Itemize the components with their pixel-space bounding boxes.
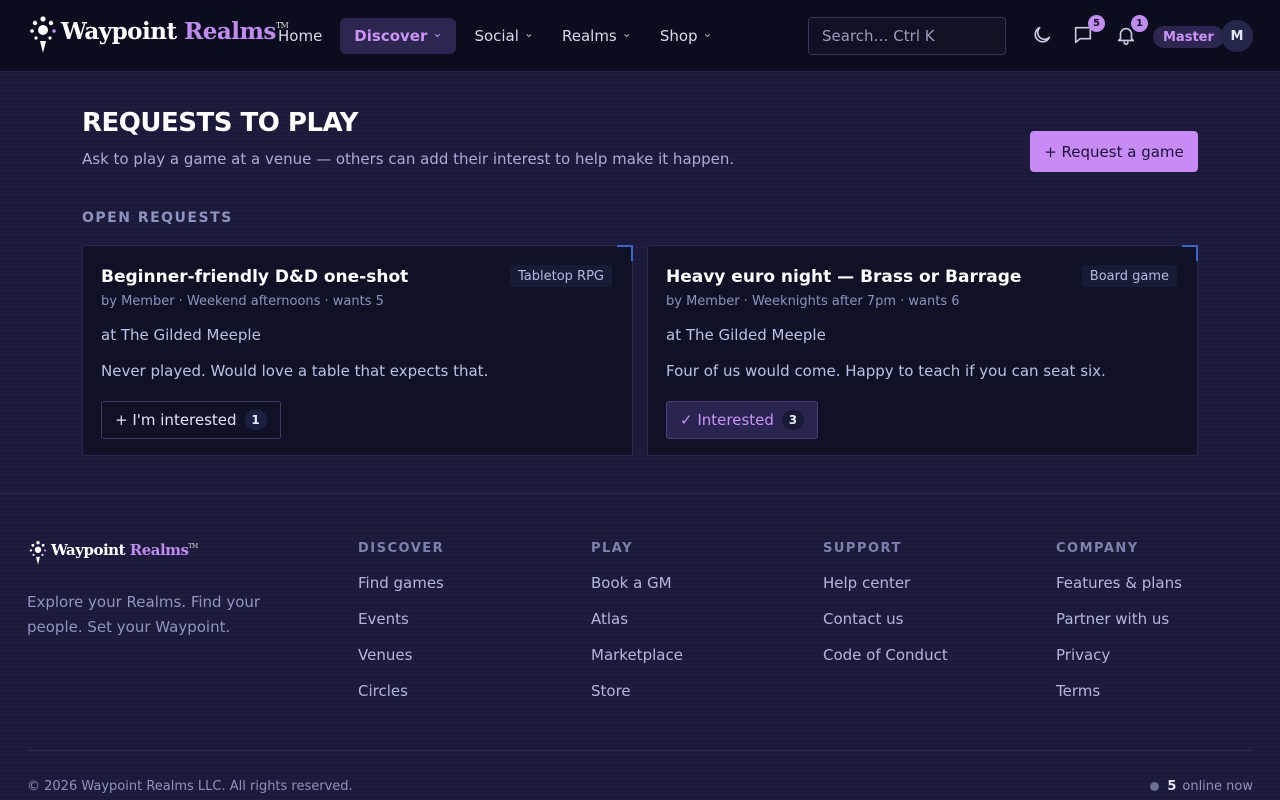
footer-link[interactable]: Privacy [1056, 646, 1182, 682]
footer-column-heading: COMPANY [1056, 541, 1139, 556]
chevron-down-icon: ⌄ [523, 26, 534, 40]
chevron-down-icon: ⌄ [702, 26, 713, 40]
interest-button-label: ✓ Interested [680, 411, 774, 429]
nav-item-label: Home [278, 27, 323, 45]
footer-divider [0, 493, 1280, 494]
footer-link[interactable]: Events [358, 610, 444, 646]
footer-tagline: Explore your Realms. Find your people. S… [27, 593, 261, 636]
online-count: 5 [1167, 779, 1177, 794]
brand-logo[interactable]: Waypoint RealmsTM [29, 15, 289, 55]
page-title: Requests to play [82, 108, 358, 138]
theme-toggle-button[interactable] [1031, 24, 1053, 46]
brand-name: Waypoint RealmsTM [61, 18, 289, 45]
brand-name-accent: Realms [184, 18, 276, 45]
chevron-down-icon: ⌄ [621, 26, 632, 40]
footer-link[interactable]: Features & plans [1056, 574, 1182, 610]
footer-column-support: SUPPORT Help center Contact us Code of Cond… [823, 541, 948, 682]
messages-count-badge: 5 [1088, 15, 1105, 32]
footer-link[interactable]: Atlas [591, 610, 683, 646]
avatar[interactable]: M [1221, 20, 1253, 52]
online-label: online now [1182, 779, 1253, 794]
footer-column-heading: DISCOVER [358, 541, 445, 556]
interest-count-badge: 1 [244, 410, 267, 430]
request-venue: at The Gilded Meeple [666, 326, 826, 344]
footer-column-discover: DISCOVER Find games Events Venues Circles [358, 541, 444, 718]
footer-link[interactable]: Code of Conduct [823, 646, 948, 682]
footer-bottom-divider [27, 750, 1253, 751]
nav-item-label: Discover [354, 27, 428, 45]
footer-link[interactable]: Terms [1056, 682, 1182, 718]
waypoint-logo-icon [30, 16, 56, 53]
request-card: Heavy euro night — Brass or Barrage Board… [647, 245, 1198, 456]
footer-brand-name-accent: Realms [129, 541, 189, 559]
waypoint-logo-icon [29, 541, 47, 565]
footer-brand-name-main: Waypoint [51, 541, 126, 559]
nav-item-label: Realms [561, 27, 617, 45]
interest-button-label: + I'm interested [115, 411, 237, 429]
footer-link[interactable]: Venues [358, 646, 444, 682]
request-note: Never played. Would love a table that ex… [101, 362, 489, 380]
interest-button[interactable]: ✓ Interested 3 [666, 401, 818, 439]
footer-link[interactable]: Book a GM [591, 574, 683, 610]
nav-item-label: Shop [659, 27, 698, 45]
page-subtitle: Ask to play a game at a venue — others c… [82, 150, 735, 168]
nav-item-shop[interactable]: Shop ⌄ [650, 18, 723, 54]
request-card: Beginner-friendly D&D one-shot Tabletop R… [82, 245, 633, 456]
request-meta: by Member · Weekend afternoons · wants 5 [101, 294, 384, 309]
role-badge[interactable]: Master [1153, 26, 1224, 48]
section-label-open-requests: OPEN REQUESTS [82, 210, 233, 226]
nav-item-home[interactable]: Home [268, 18, 332, 54]
footer-link[interactable]: Marketplace [591, 646, 683, 682]
notifications-count-badge: 1 [1131, 15, 1148, 32]
request-meta: by Member · Weeknights after 7pm · wants… [666, 294, 960, 309]
search-input[interactable]: Search… Ctrl K [808, 17, 1006, 55]
online-dot-icon [1150, 782, 1160, 791]
top-navigation-bar: Waypoint RealmsTM Home Discover ⌄ Social ⌄ Re… [0, 0, 1280, 72]
request-title[interactable]: Heavy euro night — Brass or Barrage [666, 267, 1021, 287]
brand-name-main: Waypoint [61, 18, 177, 45]
nav-item-discover[interactable]: Discover ⌄ [340, 18, 457, 54]
footer-link[interactable]: Store [591, 682, 683, 718]
footer-brand-name: Waypoint RealmsTM [51, 541, 198, 559]
footer-column-heading: PLAY [591, 541, 634, 556]
footer-link[interactable]: Help center [823, 574, 948, 610]
request-title[interactable]: Beginner-friendly D&D one-shot [101, 267, 408, 287]
footer-link[interactable]: Circles [358, 682, 444, 718]
nav-item-label: Social [474, 27, 519, 45]
copyright: © 2026 Waypoint Realms LLC. All rights r… [27, 779, 353, 794]
request-note: Four of us would come. Happy to teach if… [666, 362, 1106, 380]
game-type-tag: Tabletop RPG [510, 265, 612, 287]
nav-item-social[interactable]: Social ⌄ [464, 18, 544, 54]
footer-column-heading: SUPPORT [823, 541, 902, 556]
footer-trademark-mark: TM [188, 543, 199, 550]
footer-link[interactable]: Partner with us [1056, 610, 1182, 646]
main-nav: Home Discover ⌄ Social ⌄ Realms ⌄ Shop ⌄ [268, 18, 731, 54]
footer-column-company: COMPANY Features & plans Partner with us Pr… [1056, 541, 1182, 718]
online-status: 5 online now [1150, 779, 1253, 794]
interest-count-badge: 3 [781, 410, 804, 430]
moon-icon [1034, 26, 1051, 43]
chevron-down-icon: ⌄ [432, 26, 443, 40]
footer-logo[interactable]: Waypoint RealmsTM [29, 540, 198, 566]
footer-link[interactable]: Contact us [823, 610, 948, 646]
nav-item-realms[interactable]: Realms ⌄ [552, 18, 642, 54]
request-venue: at The Gilded Meeple [101, 326, 261, 344]
notifications-button[interactable]: 1 [1115, 15, 1148, 46]
messages-button[interactable]: 5 [1072, 15, 1105, 46]
interest-button[interactable]: + I'm interested 1 [101, 401, 281, 439]
footer-column-play: PLAY Book a GM Atlas Marketplace Store [591, 541, 683, 718]
search-placeholder: Search… Ctrl K [822, 27, 935, 45]
request-game-button[interactable]: + Request a game [1030, 131, 1198, 172]
game-type-tag: Board game [1081, 265, 1177, 287]
footer-link[interactable]: Find games [358, 574, 444, 610]
